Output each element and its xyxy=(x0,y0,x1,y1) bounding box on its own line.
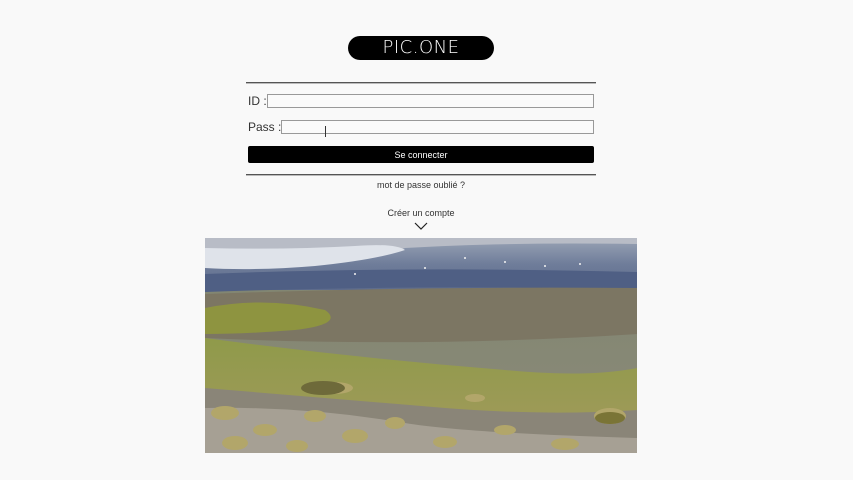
id-input[interactable] xyxy=(267,94,594,108)
forgot-password-link[interactable]: mot de passe oublié ? xyxy=(346,180,496,190)
top-divider xyxy=(246,82,596,84)
site-logo: PIC.ONE xyxy=(348,36,494,60)
create-account-link[interactable]: Créer un compte xyxy=(346,208,496,218)
chevron-down-icon[interactable] xyxy=(414,222,428,230)
landscape-photo xyxy=(205,238,637,453)
text-cursor-icon xyxy=(325,126,329,137)
id-label: ID : xyxy=(248,94,267,108)
login-button[interactable]: Se connecter xyxy=(248,146,594,163)
pass-label: Pass : xyxy=(248,120,282,134)
bottom-divider xyxy=(246,174,596,176)
